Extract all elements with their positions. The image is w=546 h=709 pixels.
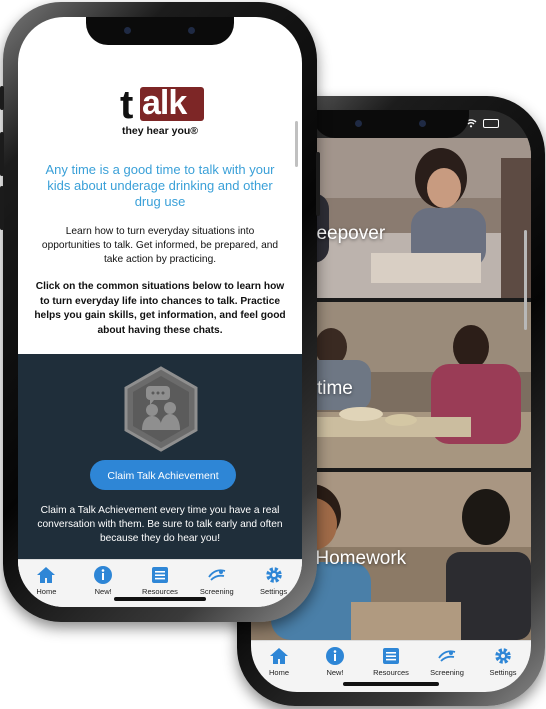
- claim-achievement-button[interactable]: Claim Talk Achievement: [90, 460, 236, 490]
- claim-description: Claim a Talk Achievement every time you …: [37, 505, 283, 544]
- notch: [313, 110, 469, 138]
- sensor-icon: [419, 120, 426, 127]
- tab-label: Screening: [199, 587, 234, 596]
- volume-down-button: [0, 186, 4, 230]
- camera-icon: [124, 27, 131, 34]
- page-headline: Any time is a good time to talk with you…: [45, 162, 275, 209]
- list-icon: [151, 567, 168, 583]
- logo-letters: alk: [142, 84, 187, 122]
- notch: [86, 17, 234, 45]
- tab-settings[interactable]: Settings: [248, 560, 300, 607]
- power-button: [316, 152, 320, 216]
- tab-label: Screening: [430, 668, 464, 677]
- tab-label: Resources: [373, 668, 409, 677]
- info-icon: [94, 566, 113, 584]
- achievement-panel: Claim Talk Achievement Claim a Talk Achi…: [18, 354, 302, 559]
- tab-home[interactable]: Home: [253, 641, 305, 692]
- logo-letter: t: [120, 83, 134, 127]
- logo-tagline: they hear you®: [122, 125, 199, 137]
- gear-icon: [265, 567, 282, 583]
- tab-home[interactable]: Home: [20, 560, 72, 607]
- tab-label: Settings: [489, 668, 517, 677]
- instructions-text: Click on the common situations below to …: [34, 281, 286, 336]
- home-indicator[interactable]: [114, 597, 206, 601]
- screening-icon: [208, 569, 226, 581]
- talk-logo: t alk they hear you®: [18, 81, 302, 151]
- tab-label: Home: [36, 587, 57, 596]
- tab-label: Resources: [142, 587, 178, 596]
- scrollbar[interactable]: [524, 230, 527, 330]
- front-phone-screen: t alk they hear you® Any time is a good …: [18, 17, 302, 607]
- tab-settings[interactable]: Settings: [477, 641, 529, 692]
- tab-label: New!: [94, 587, 112, 596]
- camera-icon: [355, 120, 362, 127]
- home-icon: [37, 567, 56, 583]
- home-indicator[interactable]: [343, 682, 439, 686]
- gear-icon: [495, 648, 511, 664]
- front-phone-frame: t alk they hear you® Any time is a good …: [0, 2, 320, 622]
- tab-label: New!: [326, 668, 344, 677]
- screening-icon: [438, 650, 456, 662]
- scrollbar[interactable]: [295, 121, 298, 167]
- info-icon: [326, 647, 344, 665]
- list-icon: [383, 648, 399, 664]
- volume-up-button: [0, 132, 4, 176]
- tab-label: Settings: [260, 587, 288, 596]
- battery-icon: [483, 119, 499, 128]
- sensor-icon: [188, 27, 195, 34]
- intro-text: Learn how to turn everyday situations in…: [41, 226, 279, 265]
- achievement-badge-icon: [124, 366, 198, 452]
- tab-label: Home: [268, 668, 289, 677]
- home-icon: [270, 648, 288, 664]
- mute-switch: [0, 86, 4, 110]
